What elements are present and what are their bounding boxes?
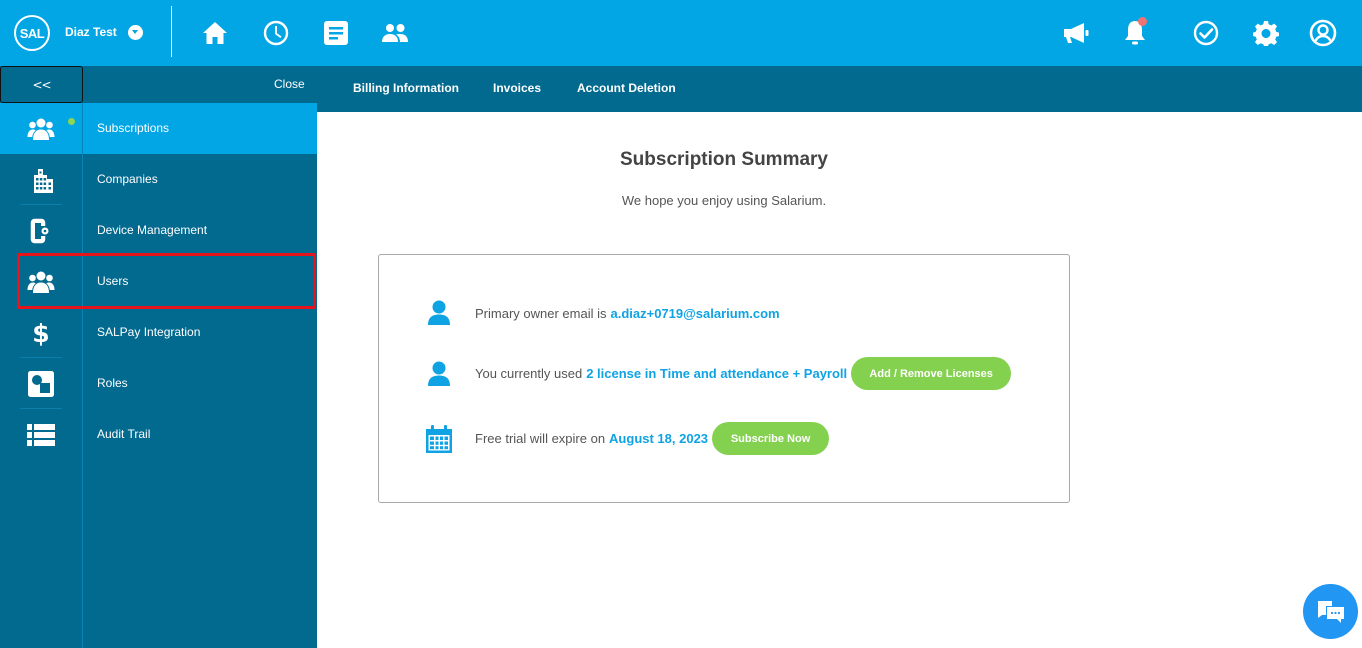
- sidebar-item-audit-trail[interactable]: Audit Trail: [0, 409, 317, 460]
- megaphone-icon[interactable]: [1061, 18, 1091, 48]
- tab-invoices[interactable]: Invoices: [493, 81, 541, 95]
- svg-text:$: $: [32, 319, 49, 347]
- sidebar-item-salpay-integration[interactable]: $ SALPay Integration: [0, 307, 317, 358]
- sidebar: Subscriptions Companies Device Managemen…: [0, 103, 317, 648]
- sidebar-item-label: Companies: [97, 172, 158, 186]
- check-circle-icon[interactable]: [1191, 18, 1221, 48]
- sidebar-item-label: Device Management: [97, 223, 208, 237]
- sidebar-item-subscriptions[interactable]: Subscriptions: [0, 103, 317, 154]
- trial-expiry-date: August 18, 2023: [609, 431, 709, 446]
- license-usage-value: 2 license in Time and attendance + Payro…: [586, 366, 848, 381]
- dollar-icon: $: [20, 319, 62, 347]
- chat-support-button[interactable]: [1303, 584, 1358, 639]
- sidebar-column-divider: [82, 103, 83, 648]
- sidebar-item-roles[interactable]: Roles: [0, 358, 317, 409]
- list-table-icon: [20, 421, 62, 449]
- gear-icon[interactable]: [1251, 18, 1281, 48]
- salarium-logo[interactable]: SAL: [14, 15, 50, 51]
- user-icon: [425, 361, 453, 387]
- owner-email-row: Primary owner email is a.diaz+0719@salar…: [425, 300, 780, 326]
- tab-billing-information[interactable]: Billing Information: [353, 81, 459, 95]
- collapse-sidebar-button[interactable]: <<: [0, 66, 83, 103]
- sidebar-item-label: Roles: [97, 376, 128, 390]
- subscription-summary-card: Primary owner email is a.diaz+0719@salar…: [378, 254, 1070, 503]
- owner-email-value: a.diaz+0719@salarium.com: [610, 305, 780, 321]
- people-icon[interactable]: [380, 18, 410, 48]
- chat-bubbles-icon: [1317, 600, 1344, 623]
- roles-shapes-icon: [20, 370, 62, 398]
- company-name[interactable]: Diaz Test: [65, 25, 117, 39]
- sidebar-item-label: Subscriptions: [97, 121, 170, 135]
- sidebar-item-label: Audit Trail: [97, 427, 151, 441]
- top-navigation-bar: SAL Diaz Test: [0, 0, 1362, 66]
- license-usage-row: You currently used 2 license in Time and…: [425, 357, 1012, 390]
- sidebar-item-users[interactable]: Users: [0, 256, 317, 307]
- chevron-down-icon[interactable]: [128, 25, 143, 40]
- users-group-icon: [20, 268, 62, 296]
- trial-expiry-row: Free trial will expire on August 18, 202…: [425, 422, 830, 455]
- sidebar-item-label: Users: [97, 274, 129, 288]
- active-indicator-dot: [68, 118, 75, 125]
- users-group-icon: [20, 115, 62, 143]
- document-icon[interactable]: [321, 18, 351, 48]
- user-icon: [425, 300, 453, 326]
- close-sidebar-link[interactable]: Close: [274, 77, 305, 91]
- user-profile-icon[interactable]: [1308, 18, 1338, 48]
- home-icon[interactable]: [200, 18, 230, 48]
- trial-expiry-label: Free trial will expire on: [475, 431, 606, 446]
- add-remove-licenses-button[interactable]: Add / Remove Licenses: [851, 357, 1012, 390]
- notification-badge: [1138, 17, 1147, 26]
- tab-account-deletion[interactable]: Account Deletion: [577, 81, 676, 95]
- subscribe-now-button[interactable]: Subscribe Now: [712, 422, 830, 455]
- clock-icon[interactable]: [261, 18, 291, 48]
- sidebar-item-label: SALPay Integration: [97, 325, 201, 339]
- divider: [171, 6, 172, 57]
- license-usage-label: You currently used: [475, 366, 583, 381]
- calendar-icon: [425, 424, 453, 453]
- sidebar-item-device-management[interactable]: Device Management: [0, 205, 317, 256]
- page-title: Subscription Summary: [620, 149, 828, 170]
- bell-icon[interactable]: [1120, 17, 1150, 48]
- device-settings-icon: [20, 217, 62, 245]
- page-subtitle: We hope you enjoy using Salarium.: [621, 193, 827, 208]
- owner-email-label: Primary owner email is: [475, 305, 607, 321]
